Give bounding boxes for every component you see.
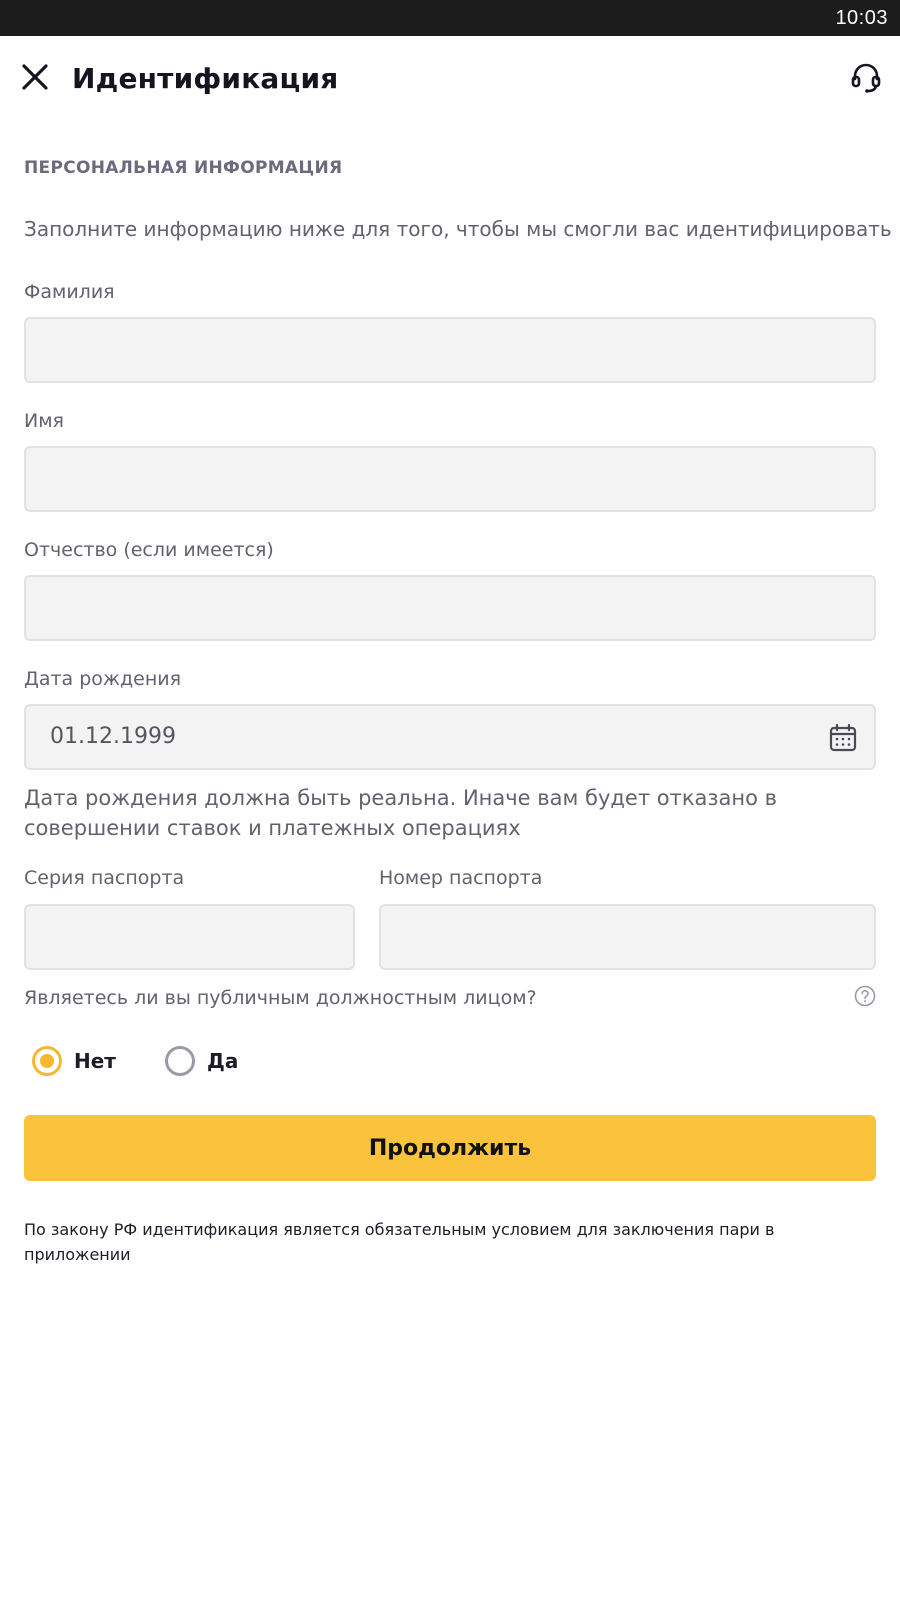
last-name-input[interactable] bbox=[26, 319, 874, 381]
calendar-icon[interactable] bbox=[828, 723, 858, 753]
help-icon[interactable] bbox=[854, 985, 876, 1007]
passport-series-input[interactable] bbox=[26, 906, 353, 968]
page-title: Идентификация bbox=[72, 62, 339, 95]
passport-series-field-wrapper bbox=[24, 904, 355, 970]
first-name-label: Имя bbox=[24, 410, 64, 432]
radio-label-no: Нет bbox=[74, 1049, 116, 1073]
support-button[interactable] bbox=[848, 60, 884, 96]
pep-option-no[interactable]: Нет bbox=[32, 1045, 116, 1077]
legal-note: По закону РФ идентификация является обяз… bbox=[24, 1220, 775, 1264]
passport-number-input[interactable] bbox=[381, 906, 874, 968]
patronymic-label: Отчество (если имеется) bbox=[24, 539, 274, 561]
birth-date-hint: Дата рождения должна быть реальна. Иначе… bbox=[24, 786, 778, 840]
passport-series-label: Серия паспорта bbox=[24, 867, 185, 889]
birth-date-value: 01.12.1999 bbox=[50, 724, 176, 749]
pep-option-yes[interactable]: Да bbox=[165, 1045, 238, 1077]
app-bar: Идентификация bbox=[0, 36, 900, 122]
status-time: 10:03 bbox=[835, 7, 888, 29]
birth-date-field[interactable]: 01.12.1999 bbox=[24, 704, 876, 770]
birth-date-label: Дата рождения bbox=[24, 668, 182, 690]
radio-button-yes[interactable] bbox=[165, 1046, 195, 1076]
pep-question: Являетесь ли вы публичным должностным ли… bbox=[24, 987, 537, 1009]
close-button[interactable] bbox=[18, 60, 52, 94]
radio-label-yes: Да bbox=[207, 1049, 239, 1073]
continue-button[interactable]: Продолжить bbox=[24, 1115, 876, 1181]
status-bar: 10:03 bbox=[0, 0, 900, 36]
last-name-label: Фамилия bbox=[24, 281, 115, 303]
patronymic-input[interactable] bbox=[26, 577, 874, 639]
passport-number-label: Номер паспорта bbox=[379, 867, 543, 889]
radio-button-no[interactable] bbox=[32, 1046, 62, 1076]
section-title: ПЕРСОНАЛЬНАЯ ИНФОРМАЦИЯ bbox=[24, 158, 343, 178]
intro-text: Заполните информацию ниже для того, чтоб… bbox=[24, 217, 892, 241]
passport-number-field-wrapper bbox=[379, 904, 876, 970]
headset-icon bbox=[851, 63, 881, 93]
close-icon bbox=[22, 64, 48, 90]
first-name-input[interactable] bbox=[26, 448, 874, 510]
patronymic-field-wrapper bbox=[24, 575, 876, 641]
last-name-field-wrapper bbox=[24, 317, 876, 383]
first-name-field-wrapper bbox=[24, 446, 876, 512]
